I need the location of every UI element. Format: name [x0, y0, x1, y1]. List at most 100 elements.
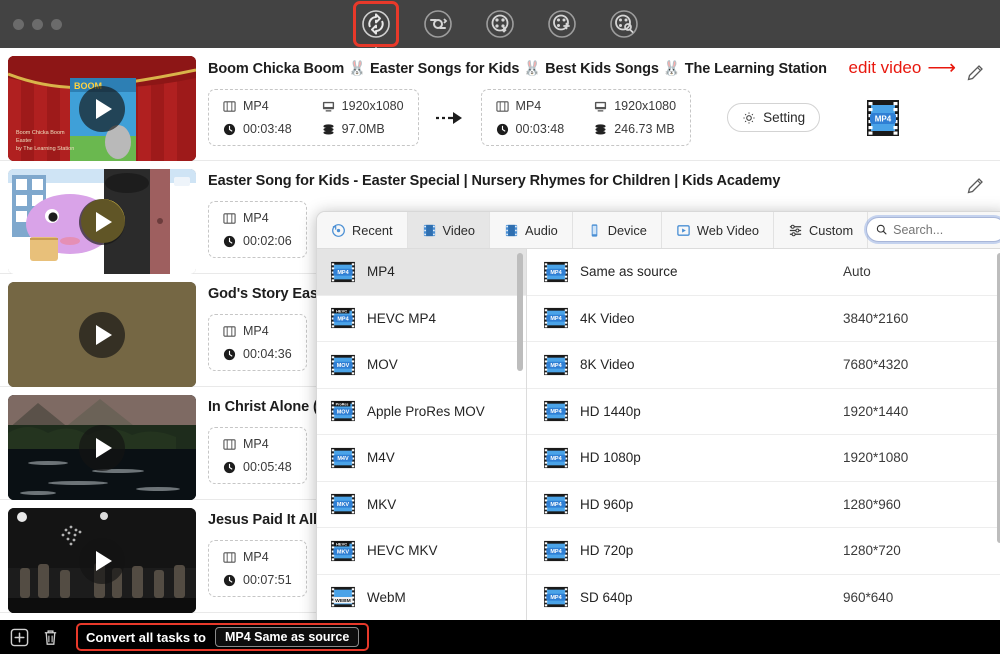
svg-text:HEVC: HEVC [336, 541, 347, 546]
film-icon [223, 438, 236, 450]
device-icon [591, 223, 598, 237]
clock-icon [223, 123, 236, 135]
mp4-preset-icon: MP4 [544, 401, 568, 422]
svg-text:MP4: MP4 [337, 270, 349, 276]
trash-icon[interactable] [41, 628, 60, 647]
play-button[interactable] [79, 424, 125, 471]
list-item[interactable]: MP4 HD 1440p 1920*1440 [527, 389, 1000, 435]
play-button[interactable] [79, 537, 125, 584]
tab-video[interactable]: Video [407, 212, 491, 248]
play-button[interactable] [79, 311, 125, 358]
svg-text:WEBM: WEBM [335, 598, 351, 604]
output-format-badge[interactable]: MP4 [864, 98, 902, 138]
video-thumbnail[interactable] [8, 508, 196, 613]
list-item[interactable]: M4V M4V [317, 435, 526, 482]
add-file-icon[interactable] [10, 628, 29, 647]
list-item[interactable]: WEBM WebM [317, 575, 526, 621]
source-format: MP4 [223, 211, 292, 225]
m4v-format-icon: M4V [331, 447, 355, 468]
editor-icon[interactable] [542, 4, 582, 44]
format-list-scrollbar[interactable] [517, 253, 523, 371]
convert-all-control[interactable]: Convert all tasks to MP4 Same as source [76, 623, 370, 651]
source-duration: 00:03:48 [223, 122, 292, 136]
mp4-film-icon: MP4 [867, 99, 900, 136]
table-row[interactable]: BOOM Boom Chicka Boom Easter by The Lear… [0, 48, 1000, 161]
source-info-box: MP4 00:03:48 1920x1080 97.0MB [208, 89, 419, 146]
film-icon [223, 100, 236, 112]
downloader-icon[interactable] [480, 4, 520, 44]
list-item[interactable]: MOV MOV [317, 342, 526, 389]
play-button[interactable] [79, 85, 125, 132]
search-box[interactable] [866, 217, 1000, 242]
resolution-label: HD 960p [580, 496, 634, 512]
svg-text:MP4: MP4 [550, 456, 562, 462]
hevc-mp4-format-icon: HEVC MP4 [331, 308, 355, 329]
play-button[interactable] [79, 198, 125, 245]
film-icon [223, 551, 236, 563]
mp4-preset-icon: MP4 [544, 354, 568, 375]
edit-video-annotation: edit video ⟶ [848, 57, 956, 79]
edit-pencil-icon[interactable] [966, 177, 984, 200]
tab-web-video[interactable]: Web Video [662, 212, 775, 248]
svg-text:M4V: M4V [337, 456, 349, 462]
tab-audio[interactable]: Audio [490, 212, 573, 248]
source-info-box: MP4 00:04:36 [208, 314, 307, 371]
mp4-preset-icon: MP4 [544, 540, 568, 561]
tab-custom[interactable]: Custom [774, 212, 869, 248]
svg-text:MP4: MP4 [550, 270, 562, 276]
format-list[interactable]: MP4 MP4 HEVC MP4 HEVC MP4 MOV MOV ProRes M… [317, 249, 527, 643]
edit-pencil-icon[interactable] [966, 64, 984, 87]
source-info-box: MP4 00:07:51 [208, 540, 307, 597]
video-thumbnail[interactable] [8, 169, 196, 274]
source-size: 97.0MB [322, 122, 404, 136]
search-input[interactable] [893, 222, 996, 237]
popover-body: MP4 MP4 HEVC MP4 HEVC MP4 MOV MOV ProRes M… [317, 249, 1000, 643]
source-duration: 00:04:36 [223, 347, 292, 361]
svg-text:MP4: MP4 [550, 363, 562, 369]
film-icon [495, 100, 509, 112]
svg-text:MP4: MP4 [550, 502, 562, 508]
target-info-box: MP4 00:03:48 1920x1080 246.73 MB [480, 89, 692, 146]
setting-button[interactable]: Setting [727, 103, 821, 132]
list-item[interactable]: MP4 SD 640p 960*640 [527, 575, 1000, 621]
bottom-toolbar: Convert all tasks to MP4 Same as source [0, 620, 1000, 654]
video-thumbnail[interactable] [8, 282, 196, 387]
resolution-label: HD 1440p [580, 403, 641, 419]
svg-text:MOV: MOV [337, 363, 350, 369]
format-selection-popover[interactable]: Recent Video Audio Device Web Video Cust… [316, 211, 1000, 643]
list-item[interactable]: MP4 MP4 [317, 249, 526, 296]
list-item[interactable]: MP4 Same as source Auto [527, 249, 1000, 296]
tab-recent[interactable]: Recent [317, 212, 408, 248]
resolution-list[interactable]: MP4 Same as source Auto MP4 4K Video 384… [527, 249, 1000, 643]
source-format: MP4 [223, 324, 292, 338]
resolution-value: 1920*1080 [843, 450, 909, 466]
list-item[interactable]: MP4 4K Video 3840*2160 [527, 296, 1000, 342]
compress-icon[interactable] [418, 4, 458, 44]
svg-text:Boom Chicka Boom: Boom Chicka Boom [16, 130, 65, 136]
convert-arrow-icon [435, 110, 465, 126]
clock-icon [223, 235, 236, 247]
list-item[interactable]: HEVC MKV HEVC MKV [317, 528, 526, 575]
mp4-preset-icon: MP4 [544, 494, 568, 515]
source-info-box: MP4 00:02:06 [208, 201, 307, 258]
toolbox-icon[interactable] [604, 4, 644, 44]
video-thumbnail[interactable]: BOOM Boom Chicka Boom Easter by The Lear… [8, 56, 196, 161]
video-thumbnail[interactable] [8, 395, 196, 500]
list-item[interactable]: MP4 HD 960p 1280*960 [527, 482, 1000, 528]
converter-icon[interactable] [353, 1, 399, 47]
list-item[interactable]: MKV MKV [317, 482, 526, 528]
svg-text:MP4: MP4 [875, 114, 892, 123]
list-item[interactable]: MP4 HD 1080p 1920*1080 [527, 435, 1000, 482]
list-item[interactable]: MP4 HD 720p 1280*720 [527, 528, 1000, 575]
resolution-label: 4K Video [580, 310, 635, 326]
list-item[interactable]: MP4 8K Video 7680*4320 [527, 342, 1000, 389]
list-item[interactable]: ProRes MOV Apple ProRes MOV [317, 389, 526, 435]
list-item[interactable]: HEVC MP4 HEVC MP4 [317, 296, 526, 342]
svg-text:Easter: Easter [16, 138, 32, 144]
storage-icon [595, 123, 606, 135]
popover-tab-bar: Recent Video Audio Device Web Video Cust… [317, 212, 1000, 249]
tab-device[interactable]: Device [573, 212, 662, 248]
convert-all-format-button[interactable]: MP4 Same as source [214, 627, 360, 647]
mp4-preset-icon: MP4 [544, 308, 568, 329]
resolution-label: HD 1080p [580, 450, 641, 466]
